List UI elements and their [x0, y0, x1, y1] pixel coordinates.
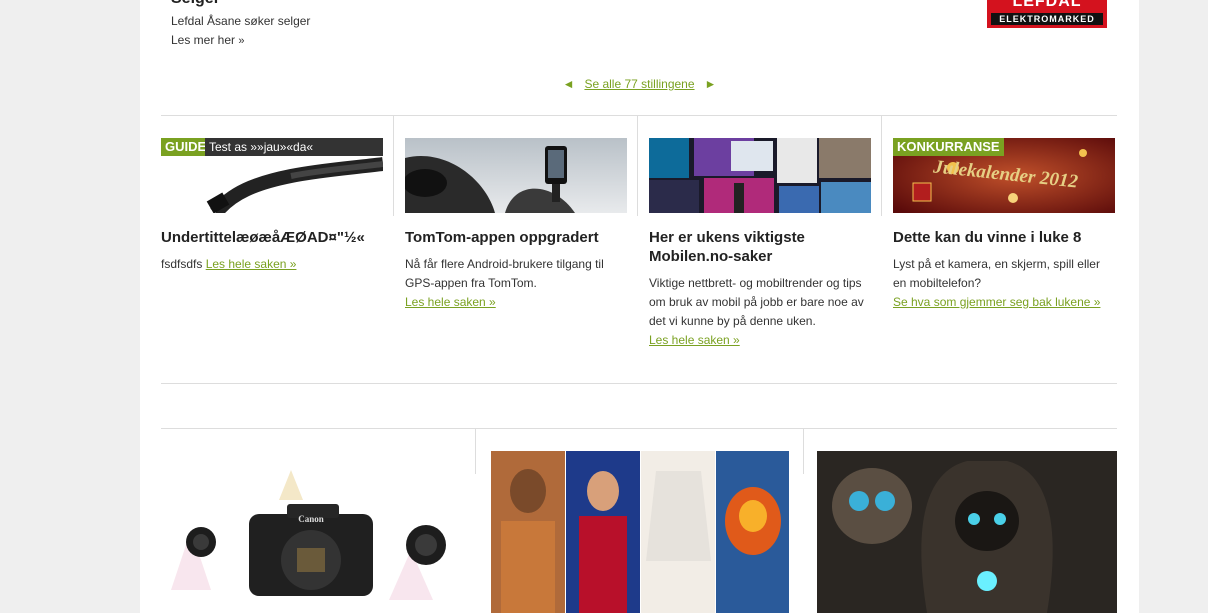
- article-title[interactable]: UndertittelæøæåÆØAD¤"½«: [161, 228, 383, 247]
- next-arrow-icon[interactable]: ►: [705, 77, 717, 91]
- tag-caption: Test as »»jau»«da«: [205, 138, 383, 156]
- guide-tag: GUIDE: [161, 138, 211, 156]
- page-content: Selger Lefdal Åsane søker selger Les mer…: [140, 0, 1139, 613]
- article-body: Viktige nettbrett- og mobiltrender og ti…: [649, 274, 871, 350]
- robot-game-image[interactable]: [817, 451, 1117, 613]
- camera-image: Canon: [171, 470, 453, 613]
- lefdal-logo[interactable]: LEFDAL ELEKTROMARKED: [987, 0, 1107, 28]
- article-body: fsdfsdfs Les hele saken »: [161, 255, 383, 274]
- divider: [161, 428, 1117, 429]
- read-more-link[interactable]: Les hele saken »: [649, 333, 740, 347]
- column-divider: [881, 116, 882, 216]
- article-card: Her er ukens viktigste Mobilen.no-saker …: [649, 116, 893, 382]
- article-card: KONKURRANSE Julekalender 2012 Dette kan …: [893, 116, 1137, 382]
- read-more-link[interactable]: Les hele saken »: [405, 295, 496, 309]
- robot-image: [817, 451, 1117, 613]
- jobs-pager: ◄ Se alle 77 stillingene ►: [140, 77, 1139, 91]
- article-excerpt: fsdfsdfs: [161, 257, 203, 271]
- article-excerpt: Lyst på et kamera, en skjerm, spill elle…: [893, 257, 1100, 290]
- logo-text-top: LEFDAL: [1012, 0, 1082, 10]
- all-jobs-link[interactable]: Se alle 77 stillingene: [584, 77, 694, 91]
- article-body: Lyst på et kamera, en skjerm, spill elle…: [893, 255, 1115, 312]
- job-read-more-link[interactable]: Les mer her »: [171, 33, 245, 47]
- article-thumbnail[interactable]: [405, 138, 627, 213]
- article-title[interactable]: TomTom-appen oppgradert: [405, 228, 627, 247]
- job-title[interactable]: Selger: [171, 0, 220, 8]
- mobile-collage-image: [649, 138, 871, 213]
- camera-brand: Canon: [298, 514, 324, 524]
- job-description: Lefdal Åsane søker selger: [171, 14, 311, 28]
- chevron-right-icon: »: [238, 35, 245, 47]
- column-divider: [637, 116, 638, 216]
- job-read-more-label: Les mer her: [171, 33, 236, 47]
- article-thumbnail[interactable]: [649, 138, 871, 213]
- column-divider: [475, 429, 476, 474]
- logo-text-bottom: ELEKTROMARKED: [991, 13, 1103, 25]
- article-card: TomTom-appen oppgradert Nå får flere And…: [405, 116, 649, 382]
- article-thumbnail[interactable]: GUIDE Test as »»jau»«da«: [161, 138, 383, 213]
- car-dashboard-image: [405, 138, 627, 213]
- divider: [161, 383, 1117, 384]
- games-collage-image[interactable]: [491, 451, 789, 613]
- contest-tag: KONKURRANSE: [893, 138, 1004, 156]
- column-divider: [393, 116, 394, 216]
- article-thumbnail[interactable]: KONKURRANSE Julekalender 2012: [893, 138, 1115, 213]
- article-card: GUIDE Test as »»jau»«da« Undertittelæøæå…: [161, 116, 405, 382]
- article-excerpt: Nå får flere Android-brukere tilgang til…: [405, 257, 604, 290]
- games-image: [491, 451, 789, 613]
- article-title[interactable]: Dette kan du vinne i luke 8: [893, 228, 1115, 247]
- prev-arrow-icon[interactable]: ◄: [563, 77, 575, 91]
- column-divider: [803, 429, 804, 474]
- read-more-link[interactable]: Les hele saken »: [206, 257, 297, 271]
- read-more-link[interactable]: Se hva som gjemmer seg bak lukene »: [893, 295, 1100, 309]
- article-body: Nå får flere Android-brukere tilgang til…: [405, 255, 627, 312]
- article-excerpt: Viktige nettbrett- og mobiltrender og ti…: [649, 276, 864, 328]
- camera-promo-image[interactable]: Canon: [171, 470, 453, 613]
- article-title[interactable]: Her er ukens viktigste Mobilen.no-saker: [649, 228, 871, 266]
